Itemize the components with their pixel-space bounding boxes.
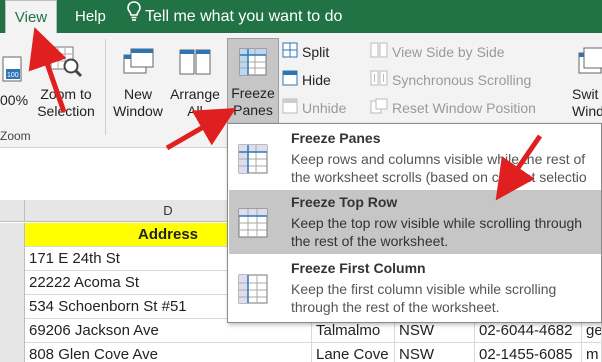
switch-windows-label-2: Windo [572, 103, 602, 119]
menu-item-title: Freeze Panes [291, 130, 381, 146]
description-line-1: Keep the first column visible while scro… [291, 281, 557, 297]
zoom-to-selection-label-1: Zoom to [40, 86, 92, 102]
row-number[interactable] [0, 271, 25, 295]
row-number[interactable] [0, 295, 25, 319]
tell-me-text: Tell me what you want to do [145, 8, 343, 25]
tell-me-box[interactable]: Tell me what you want to do [127, 0, 342, 33]
zoom-to-selection-icon [32, 45, 100, 83]
tab-help[interactable]: Help [75, 0, 115, 33]
hide-button[interactable]: Hide [282, 69, 331, 91]
reset-window-position-label: Reset Window Position [392, 100, 536, 116]
hide-label: Hide [302, 72, 331, 88]
reset-window-icon [370, 98, 388, 120]
synchronous-scrolling-button[interactable]: Synchronous Scrolling [370, 69, 531, 91]
view-side-by-side-label: View Side by Side [392, 44, 505, 60]
svg-text:100: 100 [7, 72, 19, 79]
description-line-2: the rest of the worksheet. [291, 233, 449, 249]
freeze-panes-label-1: Freeze [231, 85, 275, 101]
switch-windows-icon [576, 45, 602, 83]
menu-item-freeze-top-row[interactable]: Freeze Top Row Keep the top row visible … [229, 190, 601, 254]
freeze-first-column-icon [237, 273, 269, 310]
menu-item-freeze-panes[interactable]: Freeze Panes Keep rows and columns visib… [229, 126, 601, 190]
table-row: 808 Glen Cove Ave Lane Cove NSW 02-1455-… [0, 343, 602, 362]
freeze-panes-menu: Freeze Panes Keep rows and columns visib… [227, 123, 602, 323]
arrange-all-icon [166, 45, 224, 83]
description-line-1: Keep the top row visible while scrolling… [291, 215, 583, 231]
menu-item-description: Keep rows and columns visible while the … [291, 150, 601, 186]
zoom-100-button[interactable]: 100 00% [0, 55, 29, 109]
phone-cell[interactable]: 02-1455-6085 [475, 343, 582, 362]
row-number[interactable] [0, 247, 25, 271]
zoom-group-label: Zoom [0, 129, 31, 143]
extra-cell[interactable]: m [582, 343, 602, 362]
split-icon [282, 42, 298, 64]
arrange-all-label-2: All [187, 103, 203, 119]
freeze-panes-icon [228, 46, 278, 82]
state-cell[interactable]: NSW [395, 343, 475, 362]
menu-item-freeze-first-column[interactable]: Freeze First Column Keep the first colum… [229, 256, 601, 320]
unhide-button[interactable]: Unhide [282, 97, 346, 119]
menu-item-title: Freeze First Column [291, 260, 426, 276]
ribbon-separator [105, 39, 106, 135]
lightbulb-icon [127, 0, 141, 33]
row-number[interactable] [0, 223, 25, 247]
hide-window-icon [282, 70, 298, 92]
arrange-all-button[interactable]: Arrange All [166, 45, 224, 120]
menu-item-description: Keep the top row visible while scrolling… [291, 214, 601, 250]
split-button[interactable]: Split [282, 41, 329, 63]
menu-item-description: Keep the first column visible while scro… [291, 280, 601, 316]
tab-view[interactable]: View [5, 0, 57, 33]
unhide-window-icon [282, 98, 298, 120]
switch-windows-button[interactable]: Swit Windo [572, 45, 602, 120]
unhide-label: Unhide [302, 100, 347, 116]
sync-scroll-icon [370, 70, 388, 92]
freeze-panes-label-2: Panes [233, 102, 273, 118]
zoom-100-label: 00% [0, 92, 29, 108]
reset-window-position-button[interactable]: Reset Window Position [370, 97, 536, 119]
new-window-icon [112, 45, 164, 83]
new-window-label-1: New [123, 86, 152, 102]
view-side-by-side-button[interactable]: View Side by Side [370, 41, 505, 63]
ribbon-tab-bar: View Help Tell me what you want to do [0, 0, 602, 33]
select-all-corner[interactable] [0, 200, 25, 222]
zoom-to-selection-label-2: Selection [37, 103, 95, 119]
freeze-panes-icon [237, 143, 269, 180]
new-window-label-2: Window [113, 103, 163, 119]
arrange-all-label-1: Arrange [170, 86, 220, 102]
menu-item-title: Freeze Top Row [291, 194, 398, 210]
synchronous-scrolling-label: Synchronous Scrolling [392, 72, 532, 88]
row-number[interactable] [0, 319, 25, 343]
description-line-1: Keep rows and columns visible while the … [291, 151, 586, 167]
new-window-button[interactable]: New Window [112, 45, 164, 120]
description-line-2: through the rest of the worksheet. [291, 299, 500, 315]
city-cell[interactable]: Lane Cove [312, 343, 395, 362]
description-line-2: the worksheet scrolls (based on current … [291, 169, 587, 185]
address-cell[interactable]: 808 Glen Cove Ave [25, 343, 312, 362]
freeze-panes-button[interactable]: Freeze Panes ▾ [227, 38, 279, 135]
row-number[interactable] [0, 343, 25, 362]
split-label: Split [302, 44, 330, 60]
switch-windows-label-1: Swit [572, 86, 599, 102]
freeze-top-row-icon [237, 207, 269, 244]
side-by-side-icon [370, 42, 388, 64]
zoom-to-selection-button[interactable]: Zoom to Selection [32, 45, 100, 120]
zoom-100-icon: 100 [0, 55, 26, 89]
